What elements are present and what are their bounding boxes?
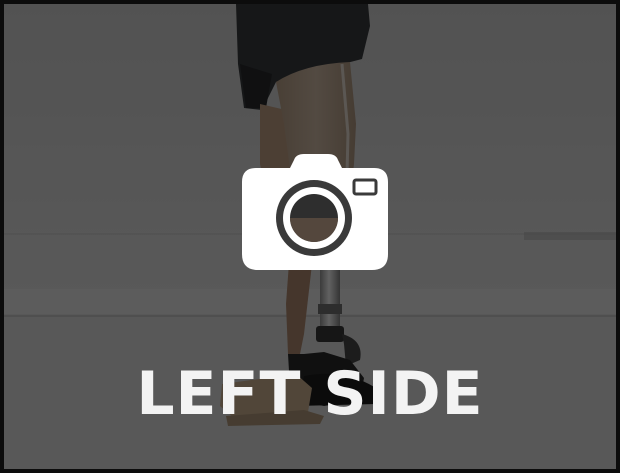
left-side-photo-tile[interactable]: LEFT SIDE — [0, 0, 620, 473]
tile-label: LEFT SIDE — [136, 359, 484, 429]
camera-icon — [242, 154, 388, 270]
